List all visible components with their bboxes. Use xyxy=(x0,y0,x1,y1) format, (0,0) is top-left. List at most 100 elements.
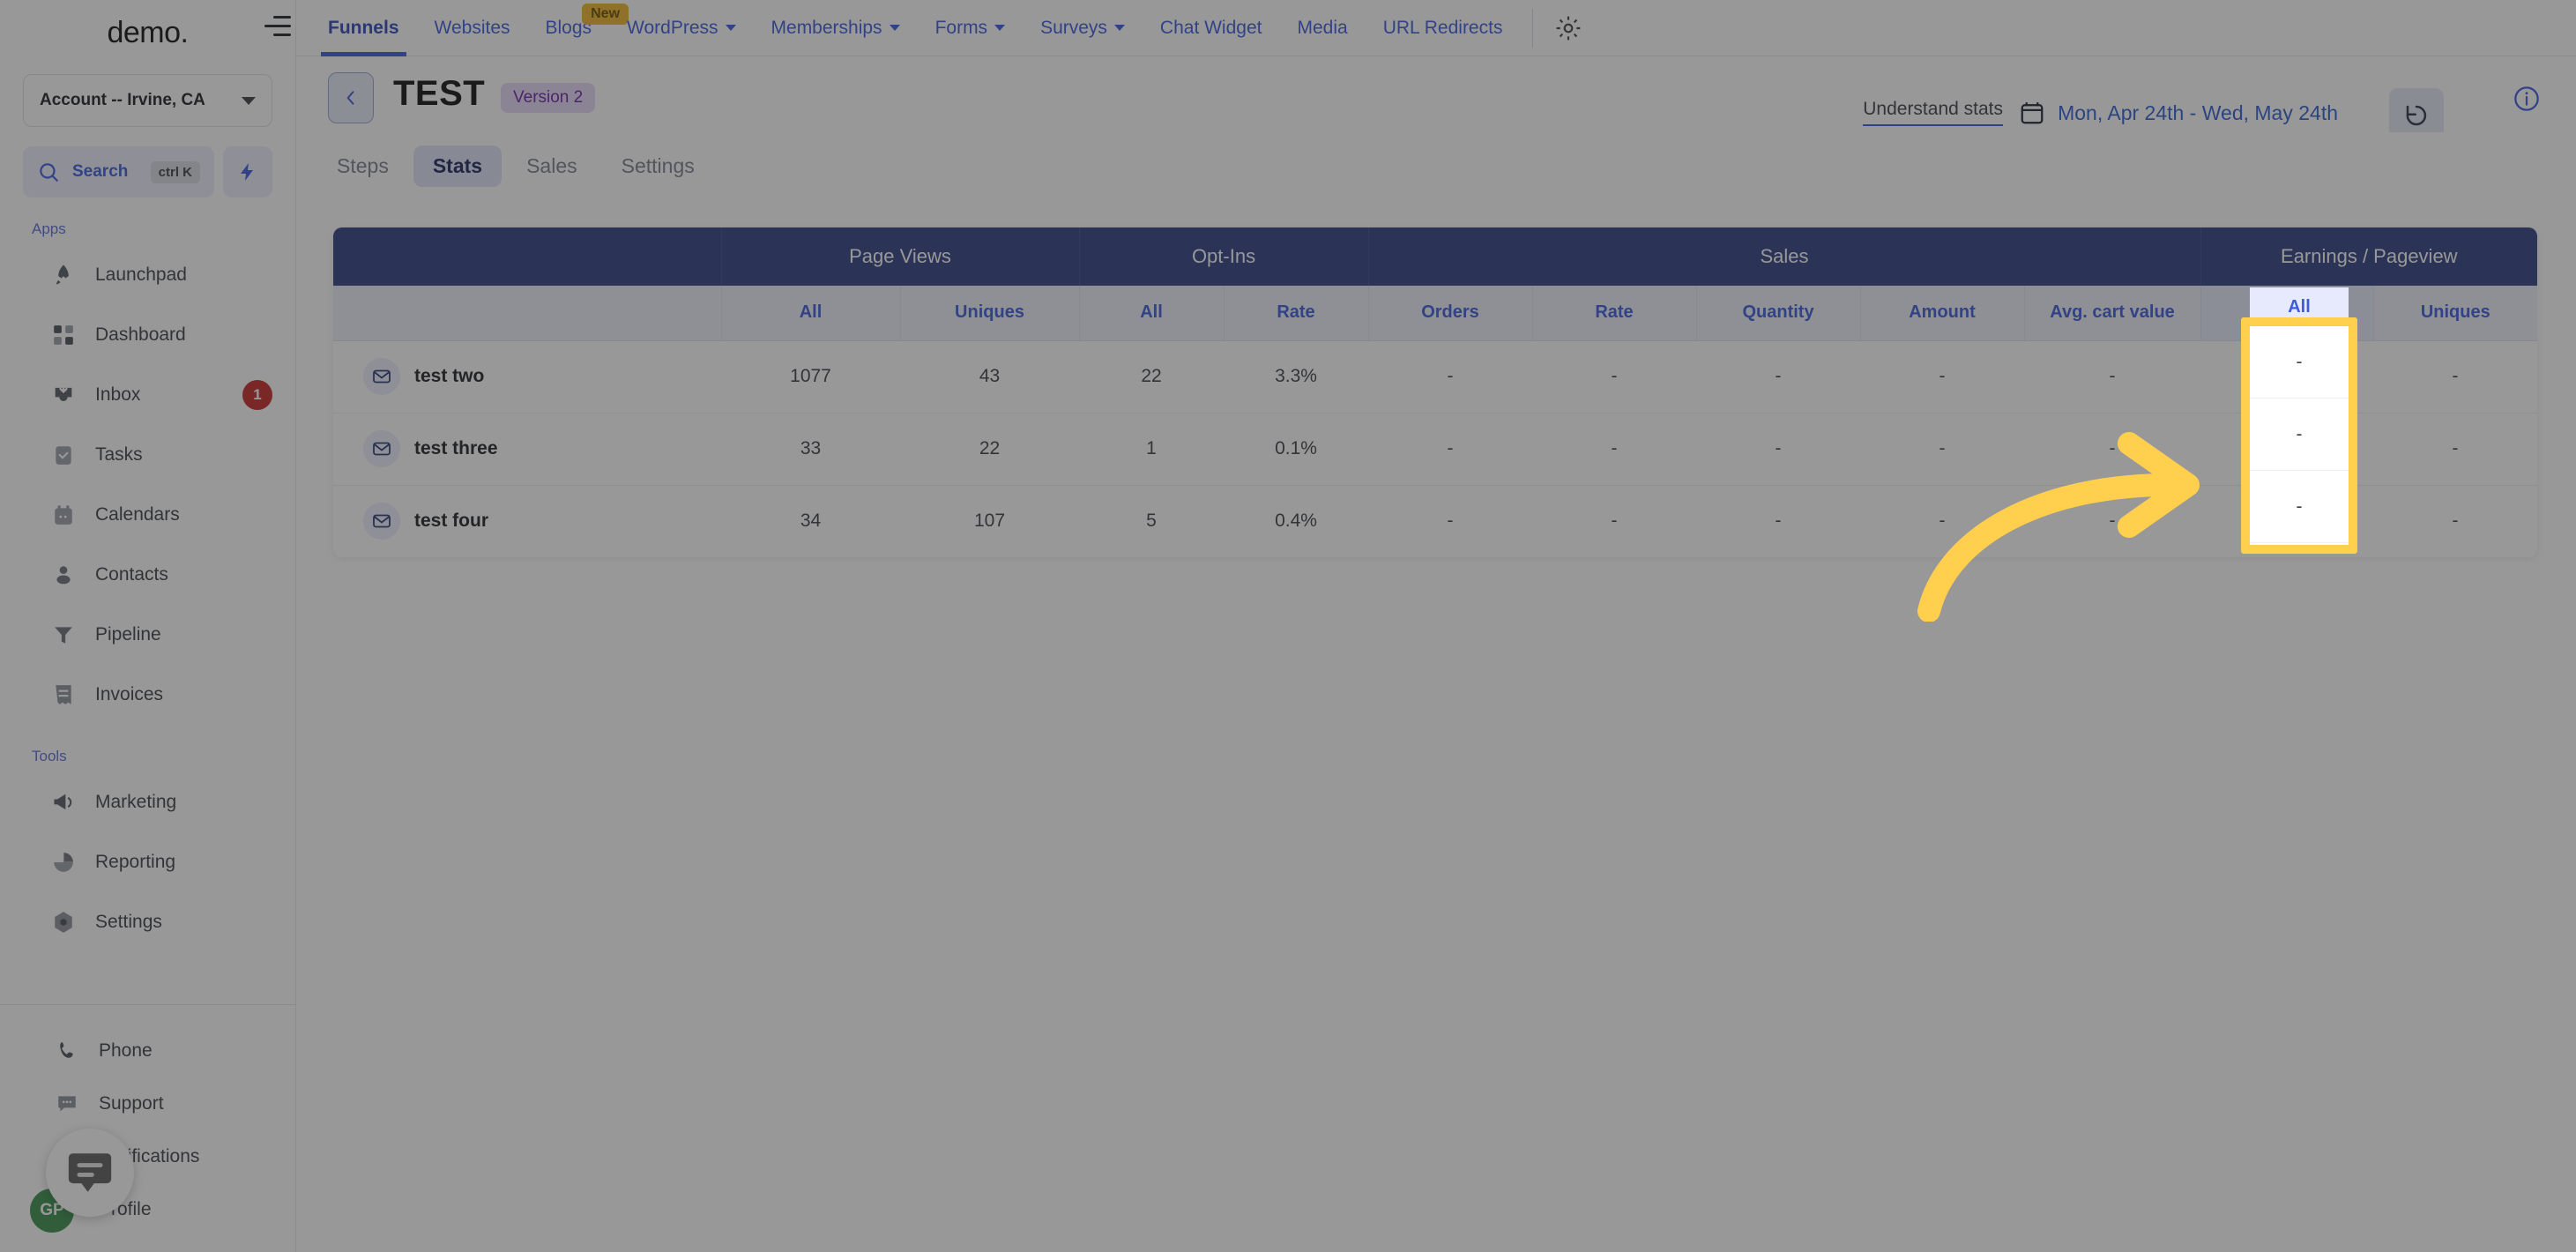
cell-optins-all: 5 xyxy=(1079,485,1224,557)
nav-tab-memberships[interactable]: Memberships xyxy=(754,0,918,56)
sidebar-item-marketing[interactable]: Marketing xyxy=(0,772,295,832)
info-button[interactable] xyxy=(2513,85,2541,117)
row-name: test three xyxy=(414,438,498,458)
chevron-down-icon xyxy=(994,25,1006,31)
back-button[interactable] xyxy=(328,72,374,123)
group-header-opt-ins: Opt-Ins xyxy=(1079,227,1369,286)
cell-earnings-uniques: - xyxy=(2373,340,2537,414)
column-header-sales-avg-cart-value[interactable]: Avg. cart value xyxy=(2024,286,2201,341)
column-header-optins-rate[interactable]: Rate xyxy=(1224,286,1369,341)
chat-bubble-icon xyxy=(68,1153,112,1192)
cell-pageviews-uniques: 22 xyxy=(900,413,1079,486)
understand-stats-link[interactable]: Understand stats xyxy=(1863,99,2003,126)
logo-dot: . xyxy=(180,15,189,49)
sidebar-item-inbox[interactable]: Inbox 1 xyxy=(0,365,295,425)
sidebar-item-calendars[interactable]: Calendars xyxy=(0,485,295,545)
tab-sales[interactable]: Sales xyxy=(507,145,597,187)
cell-sales-quantity: - xyxy=(1696,413,1861,486)
search-input[interactable]: Search ctrl K xyxy=(23,146,214,197)
group-header-blank xyxy=(333,227,722,286)
cell-optins-rate: 0.1% xyxy=(1224,413,1369,486)
column-header-pageviews-uniques[interactable]: Uniques xyxy=(900,286,1080,341)
column-header-optins-all[interactable]: All xyxy=(1079,286,1225,341)
date-range-picker[interactable]: Mon, Apr 24th - Wed, May 24th xyxy=(2019,99,2338,127)
quick-actions-button[interactable] xyxy=(223,146,272,197)
column-header-pageviews-all[interactable]: All xyxy=(721,286,901,341)
column-header-blank xyxy=(333,286,722,341)
nav-tab-wordpress[interactable]: WordPress xyxy=(609,0,753,56)
cell-sales-rate: - xyxy=(1532,485,1697,557)
nav-tab-url-redirects[interactable]: URL Redirects xyxy=(1366,0,1521,56)
cell-pageviews-uniques: 107 xyxy=(900,485,1079,557)
date-range-text: Mon, Apr 24th - Wed, May 24th xyxy=(2058,101,2338,124)
clipboard-check-icon xyxy=(49,441,78,469)
hamburger-icon[interactable] xyxy=(264,16,291,39)
sidebar-item-tasks[interactable]: Tasks xyxy=(0,425,295,485)
sidebar-item-pipeline[interactable]: Pipeline xyxy=(0,605,295,665)
column-header-sales-quantity[interactable]: Quantity xyxy=(1696,286,1861,341)
chevron-down-icon xyxy=(1113,25,1125,31)
nav-tab-label: Websites xyxy=(434,17,510,38)
cell-sales-quantity: - xyxy=(1696,485,1861,557)
envelope-icon xyxy=(363,358,400,395)
nav-divider xyxy=(1532,8,1534,48)
column-header-earnings-uniques[interactable]: Uniques xyxy=(2373,286,2537,341)
chat-widget-button[interactable] xyxy=(46,1129,134,1217)
highlight-box xyxy=(2241,317,2357,554)
account-label: Account -- Irvine, CA xyxy=(40,91,205,109)
nav-tab-label: Surveys xyxy=(1040,17,1107,38)
gear-icon xyxy=(1557,16,1581,40)
column-header-sales-amount[interactable]: Amount xyxy=(1860,286,2025,341)
group-header-sales: Sales xyxy=(1368,227,2201,286)
nav-tab-blogs[interactable]: Blogs New xyxy=(528,0,629,56)
hamburger-line xyxy=(264,25,291,27)
gear-icon xyxy=(49,908,78,936)
sidebar-item-label: Pipeline xyxy=(95,624,161,645)
tab-steps[interactable]: Steps xyxy=(317,145,408,187)
search-shortcut: ctrl K xyxy=(150,160,200,183)
nav-tab-label: Media xyxy=(1297,17,1348,38)
sidebar-item-label: Inbox xyxy=(95,384,141,405)
nav-tab-websites[interactable]: Websites xyxy=(417,0,528,56)
nav-tab-forms[interactable]: Forms xyxy=(918,0,1024,56)
cell-optins-all: 22 xyxy=(1079,340,1224,414)
nav-tab-media[interactable]: Media xyxy=(1279,0,1365,56)
sidebar-section-tools-title: Tools xyxy=(32,748,67,764)
sidebar-item-contacts[interactable]: Contacts xyxy=(0,545,295,605)
account-selector[interactable]: Account -- Irvine, CA xyxy=(23,74,272,127)
sidebar-item-notifications[interactable]: Notifications xyxy=(0,1130,295,1183)
section-tabs: Steps Stats Sales Settings xyxy=(296,132,2576,199)
sidebar-item-settings[interactable]: Settings xyxy=(0,892,295,952)
hamburger-line xyxy=(273,34,291,36)
sidebar-item-support[interactable]: Support xyxy=(0,1077,295,1130)
row-name-cell[interactable]: test four xyxy=(333,485,721,557)
column-header-sales-orders[interactable]: Orders xyxy=(1368,286,1533,341)
sidebar-item-dashboard[interactable]: Dashboard xyxy=(0,305,295,365)
nav-tab-surveys[interactable]: Surveys xyxy=(1023,0,1143,56)
sidebar-item-launchpad[interactable]: Launchpad xyxy=(0,245,295,305)
nav-tab-label: Memberships xyxy=(771,17,882,38)
cell-sales-quantity: - xyxy=(1696,340,1861,414)
sidebar-item-label: Dashboard xyxy=(95,324,186,345)
sidebar-item-invoices[interactable]: Invoices xyxy=(0,665,295,725)
sidebar-item-label: Profile xyxy=(99,1199,152,1219)
sidebar-item-reporting[interactable]: Reporting xyxy=(0,832,295,892)
pie-chart-icon xyxy=(49,848,78,876)
calendar-icon xyxy=(49,501,78,529)
sidebar: demo . Account -- Irvine, CA Search ctrl… xyxy=(0,0,296,1252)
search-label: Search xyxy=(72,162,129,181)
nav-tab-chat-widget[interactable]: Chat Widget xyxy=(1143,0,1280,56)
tab-stats[interactable]: Stats xyxy=(413,145,503,187)
nav-settings-button[interactable] xyxy=(1545,5,1591,51)
column-header-sales-rate[interactable]: Rate xyxy=(1532,286,1697,341)
app-logo[interactable]: demo . xyxy=(0,0,295,65)
cell-pageviews-all: 34 xyxy=(721,485,900,557)
nav-tab-funnels[interactable]: Funnels xyxy=(310,0,417,56)
hamburger-line xyxy=(273,16,291,19)
tab-settings[interactable]: Settings xyxy=(602,145,714,187)
sidebar-item-phone[interactable]: Phone xyxy=(0,1025,295,1077)
row-name-cell[interactable]: test three xyxy=(333,413,721,486)
sidebar-item-label: Settings xyxy=(95,912,162,932)
row-name-cell[interactable]: test two xyxy=(333,340,721,414)
